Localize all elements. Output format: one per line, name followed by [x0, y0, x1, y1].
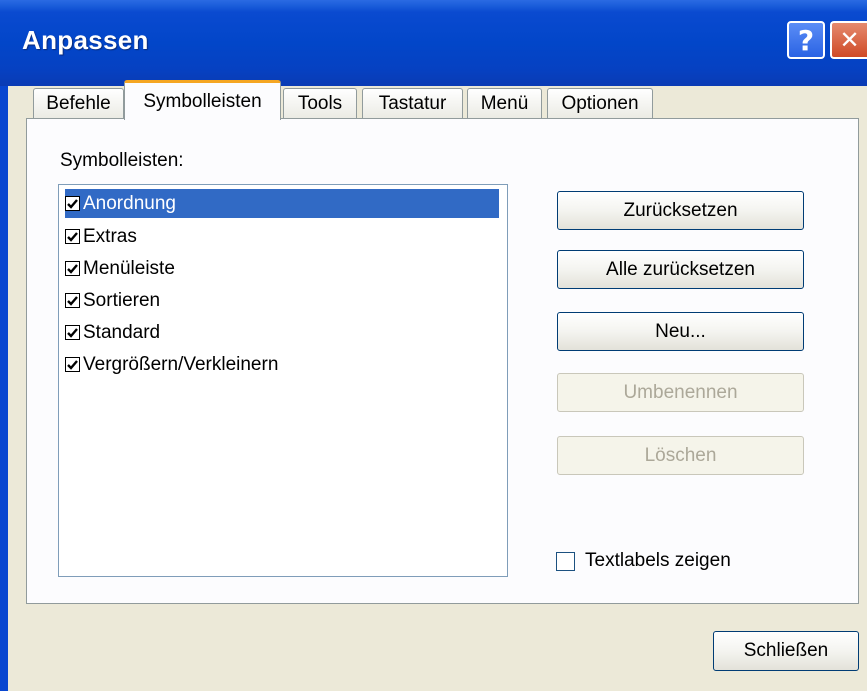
reset-all-button[interactable]: Alle zurücksetzen — [557, 250, 804, 289]
close-dialog-button[interactable]: Schließen — [713, 631, 859, 671]
window-title: Anpassen — [22, 25, 149, 55]
tab-symbolleisten[interactable]: Symbolleisten — [124, 80, 281, 120]
item-checkbox[interactable] — [65, 357, 80, 372]
item-checkbox[interactable] — [65, 325, 80, 340]
tab-label: Menü — [480, 92, 529, 114]
title-bar[interactable]: Anpassen ? ✕ — [0, 0, 867, 86]
item-checkbox[interactable] — [65, 229, 80, 244]
button-label: Zurücksetzen — [623, 199, 738, 221]
button-label: Löschen — [644, 444, 717, 466]
tab-label: Optionen — [561, 92, 639, 114]
tab-label: Tastatur — [378, 92, 447, 114]
rename-button[interactable]: Umbenennen — [557, 373, 804, 412]
tab-optionen[interactable]: Optionen — [547, 88, 653, 118]
list-item[interactable]: Sortieren — [65, 286, 160, 315]
close-icon: ✕ — [839, 26, 860, 54]
item-label: Anordnung — [82, 192, 176, 215]
tab-befehle[interactable]: Befehle — [33, 88, 124, 118]
help-icon: ? — [797, 23, 815, 57]
reset-button[interactable]: Zurücksetzen — [557, 191, 804, 230]
item-label: Vergrößern/Verkleinern — [83, 353, 279, 375]
list-item[interactable]: Extras — [65, 222, 137, 251]
checkmark-icon — [67, 327, 78, 338]
checkmark-icon — [67, 359, 78, 370]
delete-button[interactable]: Löschen — [557, 436, 804, 475]
window-border — [0, 86, 8, 691]
new-toolbar-button[interactable]: Neu... — [557, 312, 804, 351]
list-item[interactable]: Standard — [65, 318, 160, 347]
item-checkbox[interactable] — [65, 261, 80, 276]
item-label: Extras — [83, 225, 137, 247]
tab-label: Tools — [297, 92, 343, 114]
button-label: Alle zurücksetzen — [606, 258, 755, 280]
checkmark-icon — [67, 198, 78, 209]
tab-label: Symbolleisten — [143, 90, 262, 112]
item-label: Standard — [83, 321, 161, 343]
item-label: Sortieren — [83, 289, 161, 311]
tab-menu[interactable]: Menü — [467, 88, 542, 118]
checkmark-icon — [67, 295, 78, 306]
button-label: Umbenennen — [623, 381, 738, 403]
show-text-labels-checkbox[interactable] — [556, 552, 575, 571]
item-label: Menüleiste — [83, 257, 175, 279]
toolbars-list-label: Symbolleisten: — [60, 150, 184, 171]
list-item[interactable]: Anordnung — [65, 189, 499, 218]
checkmark-icon — [67, 231, 78, 242]
tab-label: Befehle — [46, 92, 111, 114]
tab-tools[interactable]: Tools — [283, 88, 357, 118]
toolbars-listbox[interactable]: Anordnung Extras Menüleiste Sortieren St… — [58, 184, 508, 577]
list-item[interactable]: Vergrößern/Verkleinern — [65, 350, 278, 379]
item-checkbox[interactable] — [65, 293, 80, 308]
button-label: Schließen — [743, 640, 829, 661]
help-button[interactable]: ? — [787, 21, 825, 59]
list-item[interactable]: Menüleiste — [65, 254, 175, 283]
item-checkbox[interactable] — [65, 196, 80, 211]
checkmark-icon — [67, 263, 78, 274]
show-text-labels-label: Textlabels zeigen — [585, 550, 731, 571]
button-label: Neu... — [655, 320, 706, 342]
dialog-window: Anpassen ? ✕ Befehle Symbolleisten Tools… — [0, 0, 867, 691]
close-window-button[interactable]: ✕ — [830, 21, 867, 59]
tab-tastatur[interactable]: Tastatur — [362, 88, 463, 118]
